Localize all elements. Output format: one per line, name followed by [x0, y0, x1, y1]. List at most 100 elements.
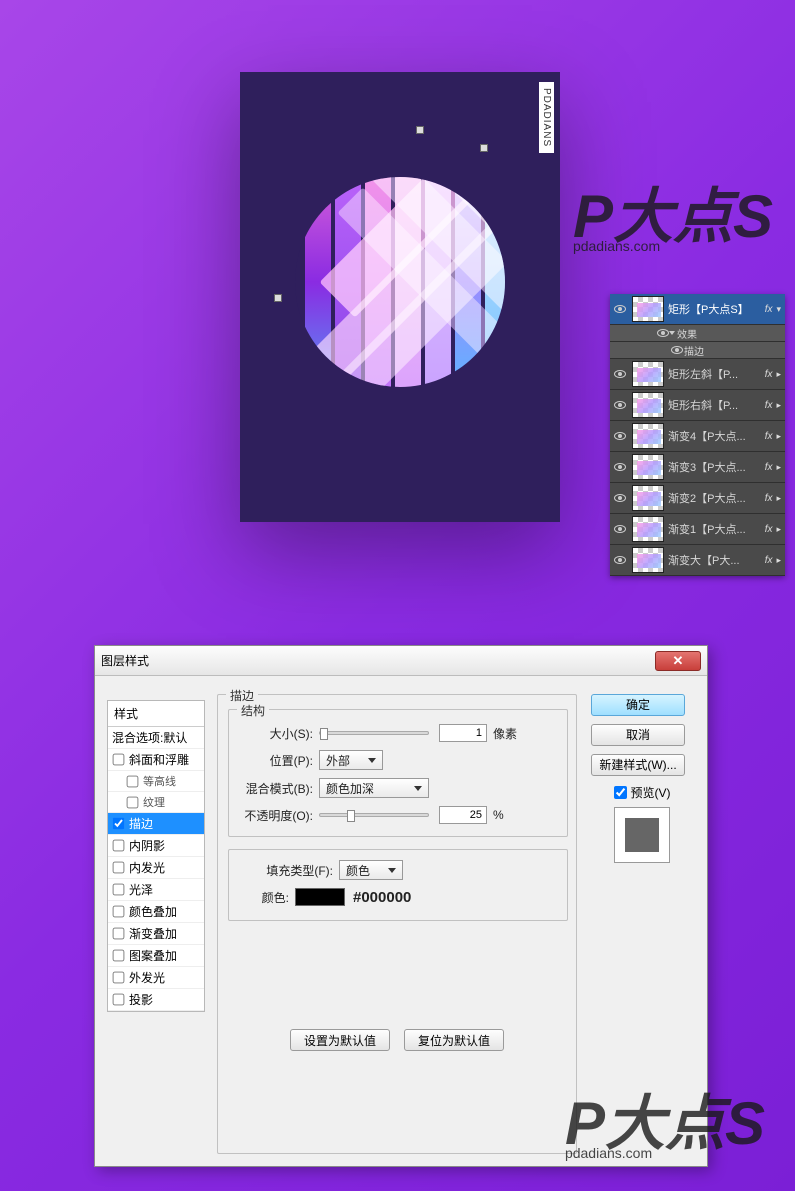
fx-badge[interactable]: fx [761, 524, 777, 535]
style-item-contour[interactable]: 等高线 [108, 771, 204, 792]
visibility-toggle[interactable] [610, 556, 630, 564]
checkbox[interactable] [113, 994, 125, 1006]
dialog-titlebar[interactable]: 图层样式 ✕ [95, 646, 707, 676]
layer-name[interactable]: 渐变1【P大点... [668, 521, 761, 537]
transform-handle[interactable] [416, 126, 424, 134]
layer-thumbnail[interactable] [632, 296, 664, 322]
checkbox[interactable] [127, 796, 139, 808]
layer-name[interactable]: 矩形左斜【P... [668, 366, 761, 382]
layer-name[interactable]: 矩形右斜【P... [668, 397, 761, 413]
visibility-toggle[interactable] [610, 401, 630, 409]
fill-type-dropdown[interactable]: 颜色 [339, 860, 403, 880]
checkbox[interactable] [113, 928, 125, 940]
layer-row[interactable]: 矩形左斜【P... fx▸ [610, 359, 785, 390]
fx-badge[interactable]: fx [761, 493, 777, 504]
blend-options-row[interactable]: 混合选项:默认 [108, 727, 204, 749]
chevron-right-icon[interactable]: ▸ [776, 431, 785, 442]
style-list[interactable]: 样式 混合选项:默认 斜面和浮雕 等高线 纹理 描边 内阴影 内发光 光泽 颜色… [107, 700, 205, 1012]
reset-default-button[interactable]: 复位为默认值 [404, 1029, 504, 1051]
layer-effects-row[interactable]: 效果 [610, 325, 785, 342]
layers-panel[interactable]: 矩形【P大点S】 fx▾ 效果 描边 矩形左斜【P... fx▸ 矩形右斜【P.… [610, 294, 785, 576]
visibility-toggle[interactable] [610, 432, 630, 440]
style-item-texture[interactable]: 纹理 [108, 792, 204, 813]
layer-row[interactable]: 矩形【P大点S】 fx▾ [610, 294, 785, 325]
checkbox[interactable] [113, 972, 125, 984]
chevron-right-icon[interactable]: ▸ [776, 462, 785, 473]
layer-row[interactable]: 渐变3【P大点... fx▸ [610, 452, 785, 483]
style-item-inner-glow[interactable]: 内发光 [108, 857, 204, 879]
chevron-down-icon[interactable]: ▾ [776, 304, 785, 315]
checkbox[interactable] [127, 775, 139, 787]
style-item-color-overlay[interactable]: 颜色叠加 [108, 901, 204, 923]
layer-name[interactable]: 渐变3【P大点... [668, 459, 761, 475]
style-item-drop-shadow[interactable]: 投影 [108, 989, 204, 1011]
checkbox[interactable] [113, 906, 125, 918]
style-list-header[interactable]: 样式 [108, 701, 204, 727]
fx-badge[interactable]: fx [761, 431, 777, 442]
chevron-right-icon[interactable]: ▸ [776, 400, 785, 411]
chevron-right-icon[interactable]: ▸ [776, 493, 785, 504]
checkbox[interactable] [113, 754, 125, 766]
visibility-toggle[interactable] [610, 463, 630, 471]
layer-row[interactable]: 渐变1【P大点... fx▸ [610, 514, 785, 545]
visibility-toggle[interactable] [610, 525, 630, 533]
layer-row[interactable]: 矩形右斜【P... fx▸ [610, 390, 785, 421]
eye-icon [671, 346, 683, 354]
fx-badge[interactable]: fx [761, 369, 777, 380]
size-slider[interactable] [319, 731, 429, 735]
close-button[interactable]: ✕ [655, 651, 701, 671]
style-item-inner-shadow[interactable]: 内阴影 [108, 835, 204, 857]
transform-handle[interactable] [480, 144, 488, 152]
layer-thumbnail[interactable] [632, 516, 664, 542]
checkbox[interactable] [113, 884, 125, 896]
opacity-input[interactable] [439, 806, 487, 824]
preview-checkbox[interactable] [614, 786, 627, 799]
visibility-toggle[interactable] [610, 305, 630, 313]
position-dropdown[interactable]: 外部 [319, 750, 383, 770]
transform-handle[interactable] [274, 294, 282, 302]
fx-badge[interactable]: fx [761, 304, 777, 315]
layer-thumbnail[interactable] [632, 485, 664, 511]
poster-circle-mask [295, 177, 505, 387]
fx-badge[interactable]: fx [761, 462, 777, 473]
layer-row[interactable]: 渐变2【P大点... fx▸ [610, 483, 785, 514]
style-item-gradient-overlay[interactable]: 渐变叠加 [108, 923, 204, 945]
opacity-slider[interactable] [319, 813, 429, 817]
layer-thumbnail[interactable] [632, 547, 664, 573]
blend-mode-dropdown[interactable]: 颜色加深 [319, 778, 429, 798]
style-item-outer-glow[interactable]: 外发光 [108, 967, 204, 989]
cancel-button[interactable]: 取消 [591, 724, 685, 746]
structure-group-label: 结构 [237, 702, 269, 719]
layer-thumbnail[interactable] [632, 423, 664, 449]
layer-name[interactable]: 矩形【P大点S】 [668, 301, 761, 317]
checkbox[interactable] [113, 862, 125, 874]
fx-badge[interactable]: fx [761, 555, 777, 566]
layer-row[interactable]: 渐变4【P大点... fx▸ [610, 421, 785, 452]
style-item-pattern-overlay[interactable]: 图案叠加 [108, 945, 204, 967]
visibility-toggle[interactable] [610, 370, 630, 378]
style-item-bevel[interactable]: 斜面和浮雕 [108, 749, 204, 771]
set-default-button[interactable]: 设置为默认值 [290, 1029, 390, 1051]
style-item-satin[interactable]: 光泽 [108, 879, 204, 901]
new-style-button[interactable]: 新建样式(W)... [591, 754, 685, 776]
checkbox[interactable] [113, 950, 125, 962]
fx-badge[interactable]: fx [761, 400, 777, 411]
ok-button[interactable]: 确定 [591, 694, 685, 716]
style-item-stroke[interactable]: 描边 [108, 813, 204, 835]
visibility-toggle[interactable] [610, 494, 630, 502]
layer-thumbnail[interactable] [632, 454, 664, 480]
chevron-right-icon[interactable]: ▸ [776, 369, 785, 380]
layer-thumbnail[interactable] [632, 361, 664, 387]
layer-stroke-effect-row[interactable]: 描边 [610, 342, 785, 359]
layer-row[interactable]: 渐变大【P大... fx▸ [610, 545, 785, 576]
layer-name[interactable]: 渐变大【P大... [668, 552, 761, 568]
layer-name[interactable]: 渐变2【P大点... [668, 490, 761, 506]
color-swatch[interactable] [295, 888, 345, 906]
checkbox[interactable] [113, 840, 125, 852]
chevron-right-icon[interactable]: ▸ [776, 555, 785, 566]
layer-name[interactable]: 渐变4【P大点... [668, 428, 761, 444]
chevron-right-icon[interactable]: ▸ [776, 524, 785, 535]
checkbox[interactable] [113, 818, 125, 830]
layer-thumbnail[interactable] [632, 392, 664, 418]
size-input[interactable] [439, 724, 487, 742]
